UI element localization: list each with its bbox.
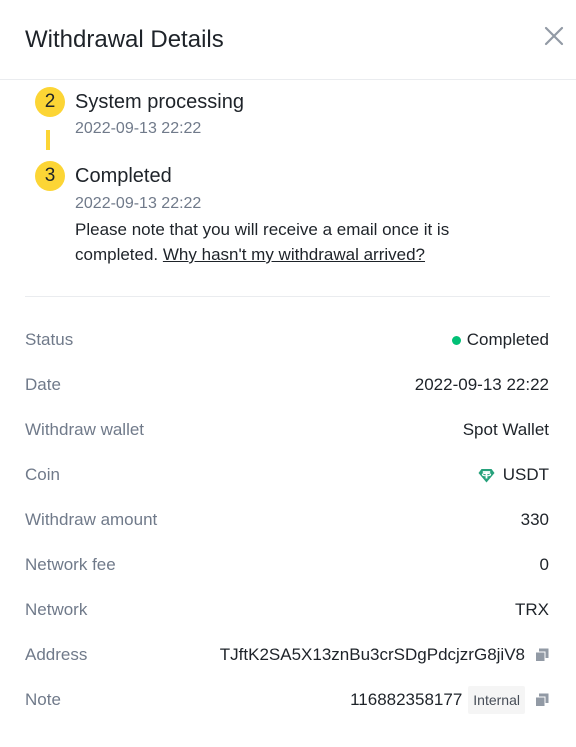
status-label: Status	[25, 330, 74, 349]
address-text: TJftK2SA5X13znBu3crSDgPdcjzrG8jiV8	[219, 645, 525, 664]
address-value: TJftK2SA5X13znBu3crSDgPdcjzrG8jiV8	[220, 640, 549, 670]
detail-row-fee: Network fee 0	[25, 550, 549, 580]
step-title: Completed	[75, 165, 172, 187]
coin-text: USDT	[502, 465, 549, 484]
note-label: Note	[25, 690, 61, 709]
copy-address-icon[interactable]	[535, 648, 549, 662]
internal-badge: Internal	[468, 686, 525, 714]
divider	[25, 296, 550, 297]
close-icon[interactable]	[542, 24, 566, 48]
step-title: System processing	[75, 91, 244, 113]
detail-row-wallet: Withdraw wallet Spot Wallet	[25, 415, 549, 445]
status-text: Completed	[466, 330, 549, 349]
detail-row-status: Status Completed	[25, 325, 549, 355]
status-value: Completed	[451, 325, 549, 355]
step-time: 2022-09-13 22:22	[75, 195, 202, 212]
date-label: Date	[25, 375, 61, 394]
date-value: 2022-09-13 22:22	[414, 375, 549, 394]
status-dot-icon	[451, 335, 461, 345]
amount-label: Withdraw amount	[25, 510, 158, 529]
why-not-arrived-link[interactable]: Why hasn't my withdrawal arrived?	[163, 245, 425, 264]
note-memo-text: 116882358177	[350, 690, 463, 709]
detail-row-network: Network TRX	[25, 595, 549, 625]
modal-title: Withdrawal Details	[25, 26, 224, 53]
detail-row-date: Date 2022-09-13 22:22	[25, 370, 549, 400]
network-value: TRX	[515, 600, 549, 619]
note-value: 116882358177 Internal	[350, 685, 549, 715]
fee-label: Network fee	[25, 555, 116, 574]
step-time: 2022-09-13 22:22	[75, 120, 202, 137]
modal-header: Withdrawal Details	[0, 0, 576, 80]
completion-note: Please note that you will receive a emai…	[75, 217, 495, 267]
wallet-label: Withdraw wallet	[25, 420, 145, 439]
network-label: Network	[25, 600, 88, 619]
address-label: Address	[25, 645, 88, 664]
coin-label: Coin	[25, 465, 60, 484]
amount-value: 330	[520, 510, 549, 529]
detail-row-coin: Coin USDT	[25, 460, 549, 490]
step-connector	[46, 130, 50, 150]
step-number: 2	[35, 87, 65, 117]
wallet-value: Spot Wallet	[462, 420, 549, 439]
copy-note-icon[interactable]	[535, 693, 549, 707]
detail-row-note: Note 116882358177 Internal	[25, 685, 549, 715]
detail-row-address: Address TJftK2SA5X13znBu3crSDgPdcjzrG8ji…	[25, 640, 549, 670]
fee-value: 0	[539, 555, 549, 574]
step-number: 3	[35, 161, 65, 191]
tether-icon	[478, 468, 495, 482]
detail-row-amount: Withdraw amount 330	[25, 505, 549, 535]
coin-value: USDT	[478, 460, 549, 490]
